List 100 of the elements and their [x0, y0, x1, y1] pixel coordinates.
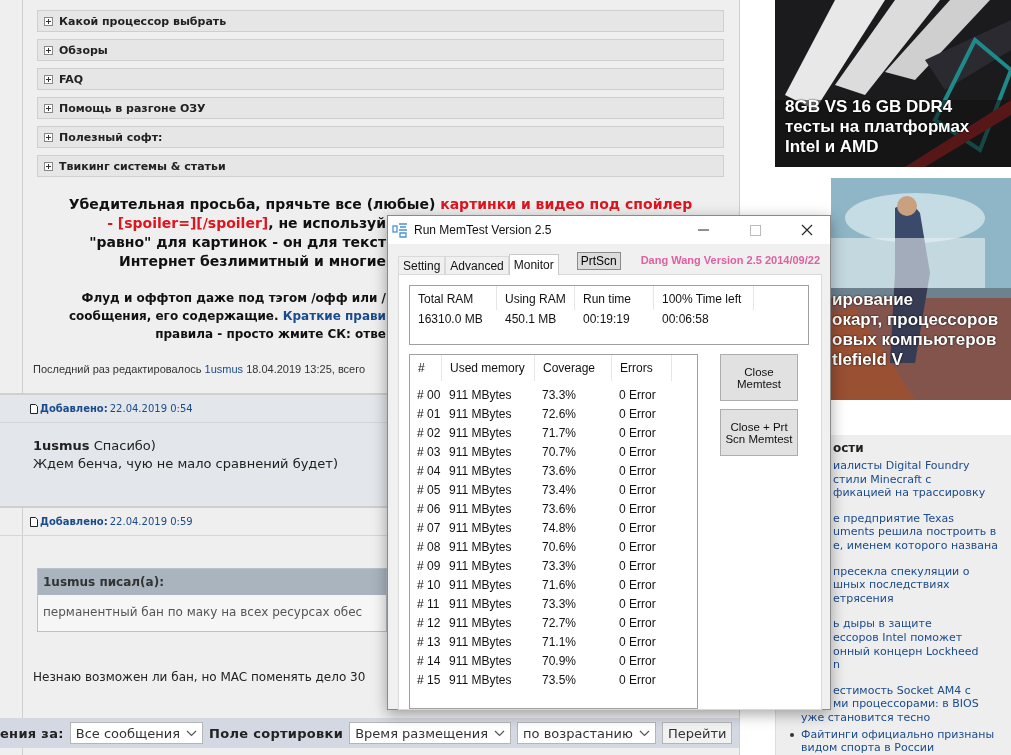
expand-icon[interactable]	[44, 161, 53, 171]
rules-text: Флуд и оффтоп даже под тэгом /офф или /	[80, 290, 386, 307]
close-button[interactable]: Close Memtest	[720, 354, 798, 401]
table-cell-text: 72.6%	[541, 406, 578, 421]
go-button[interactable]: Перейти	[662, 722, 733, 744]
notice-text: Интернет безлимитный и многие	[117, 252, 386, 271]
table-cell-text: 911 MBytes	[448, 653, 513, 668]
table-cell-text: # 09	[416, 558, 442, 573]
table-cell-text: 911 MBytes	[448, 520, 513, 535]
news-link[interactable]: онный концерн Lockheed	[833, 644, 979, 659]
article-title: окарт, процессоров	[832, 310, 999, 330]
table-cell-text: 70.9%	[541, 653, 578, 668]
stat-label: Using RAM	[497, 286, 575, 310]
expand-icon[interactable]	[44, 103, 53, 113]
table-cell-text: 0 Error	[618, 634, 657, 649]
table-cell-text: # 08	[416, 539, 442, 554]
news-link[interactable]: ь дыры в защите	[833, 617, 932, 631]
rules-text: сообщения, его содержащие. Краткие прави	[67, 308, 386, 325]
news-link[interactable]: уже становится тесно	[801, 710, 931, 725]
news-link[interactable]: фикацией на трассировку	[833, 486, 986, 500]
table-cell-text: 74.8%	[541, 520, 578, 535]
table-cell-text: 0 Error	[618, 596, 657, 611]
news-link[interactable]: uments решила построить в	[833, 525, 997, 539]
post-date: 22.04.2019 0:54	[109, 403, 193, 414]
post-text: Незнаю возможен ли бан, но MAC поменять дело 30	[33, 669, 366, 686]
news-link[interactable]: ессоров Intel поможет	[833, 630, 963, 645]
sort-label: Поле сортировки	[209, 725, 344, 741]
table-cell-text: 73.3%	[541, 558, 578, 573]
news-link[interactable]: е предприятие Texas	[833, 511, 954, 526]
rules-link[interactable]: Краткие прави	[282, 309, 386, 323]
section-header[interactable]: Помощь в разгоне ОЗУ	[37, 97, 724, 119]
news-link[interactable]: ми процессорами: в BIOS	[833, 697, 979, 711]
prtscn-button[interactable]: PrtScn	[576, 252, 621, 270]
chevron-icon	[186, 729, 197, 737]
news-link[interactable]: шных последствиях	[833, 578, 950, 592]
section-header[interactable]: FAQ	[37, 68, 724, 90]
news-link[interactable]: естимость Socket AM4 с	[833, 683, 971, 698]
stat-value: 00:06:58	[661, 311, 710, 328]
news-link[interactable]: n	[833, 658, 840, 672]
news-link[interactable]: е, именем которого названа	[833, 538, 998, 553]
post-text: 1usmus Спасибо)	[33, 437, 156, 455]
table-cell-text: 73.3%	[541, 596, 578, 611]
table-cell-text: # 03	[416, 444, 442, 459]
table-cell-text: 911 MBytes	[448, 634, 513, 649]
stat-label: 100% Time left	[654, 286, 754, 310]
table-cell-text: 911 MBytes	[448, 615, 513, 630]
expand-icon[interactable]	[44, 132, 53, 142]
news-link[interactable]: Файтинги официально признаны	[801, 727, 995, 742]
article-title: тесты на платформах	[784, 117, 970, 137]
user-link[interactable]: 1usmus	[204, 363, 244, 375]
article-card[interactable]: ирование окарт, процессоров овых компьютеров tlefield V	[831, 178, 1011, 400]
table-cell-text: # 12	[416, 615, 442, 630]
window-title: Run MemTest Version 2.5	[414, 223, 553, 237]
tab[interactable]: Monitor	[508, 254, 559, 275]
version-credit: Dang Wang Version 2.5 2014/09/22	[640, 254, 820, 266]
table-cell-text: # 06	[416, 501, 442, 516]
article-title: tlefield V	[832, 350, 904, 370]
tab[interactable]: Setting	[398, 256, 446, 274]
table-cell-text: # 05	[416, 482, 442, 497]
section-header[interactable]: Полезный софт:	[37, 126, 724, 148]
table-cell-text: 73.6%	[541, 501, 578, 516]
order-select[interactable]: по возрастанию	[517, 722, 656, 744]
period-select[interactable]: Все сообщения	[69, 722, 203, 744]
article-card[interactable]: 8GB VS 16 GB DDR4 тесты на платформах Intel и AMD	[775, 0, 1011, 167]
news-link[interactable]: иалисты Digital Foundry	[833, 459, 970, 473]
table-cell-text: 911 MBytes	[448, 539, 513, 554]
table-cell-text: 72.7%	[541, 615, 578, 630]
sort-select[interactable]: Время размещения	[349, 722, 512, 744]
section-header[interactable]: Какой процессор выбрать	[37, 10, 724, 32]
section-header[interactable]: Обзоры	[37, 39, 724, 61]
news-link[interactable]: пресекла спекуляции о	[833, 564, 970, 579]
table-cell-text: 71.6%	[541, 577, 578, 592]
quote-author: 1usmus писал(а):	[38, 569, 386, 595]
column-header: Errors	[612, 355, 672, 381]
table-cell-text: 911 MBytes	[448, 387, 513, 402]
table-cell-text: 911 MBytes	[448, 463, 513, 478]
expand-icon[interactable]	[44, 74, 53, 84]
article-title: овых компьютеров	[832, 330, 998, 350]
news-link[interactable]: етрясения	[833, 591, 894, 606]
news-link[interactable]: стили Minecraft с	[833, 472, 932, 487]
table-cell-text: 911 MBytes	[448, 444, 513, 459]
section-title: FAQ	[59, 72, 84, 86]
table-cell-text: 0 Error	[618, 463, 657, 478]
table-cell-text: 911 MBytes	[448, 672, 513, 687]
close-button[interactable]: Close + Prt Scn Memtest	[720, 409, 798, 456]
notice-text: "равно" для картинок - он для текст	[88, 233, 386, 252]
table-cell-text: 911 MBytes	[448, 501, 513, 516]
added-label: Добавлено:	[40, 516, 108, 527]
tab[interactable]: Advanced	[445, 256, 509, 274]
table-cell-text: 911 MBytes	[448, 425, 513, 440]
expand-icon[interactable]	[44, 45, 53, 55]
table-cell-text: 911 MBytes	[448, 577, 513, 592]
expand-icon[interactable]	[44, 16, 53, 26]
stat-value: 00:19:19	[582, 311, 631, 328]
stat-label: Total RAM	[410, 286, 497, 310]
notice-text: - [spoiler=][/spoiler], не используй	[106, 214, 386, 233]
table-cell-text: 0 Error	[618, 577, 657, 592]
section-header[interactable]: Твикинг системы & статьи	[37, 155, 724, 177]
news-link[interactable]: видом спорта в России	[801, 741, 935, 755]
stat-value: 16310.0 MB	[417, 311, 484, 328]
